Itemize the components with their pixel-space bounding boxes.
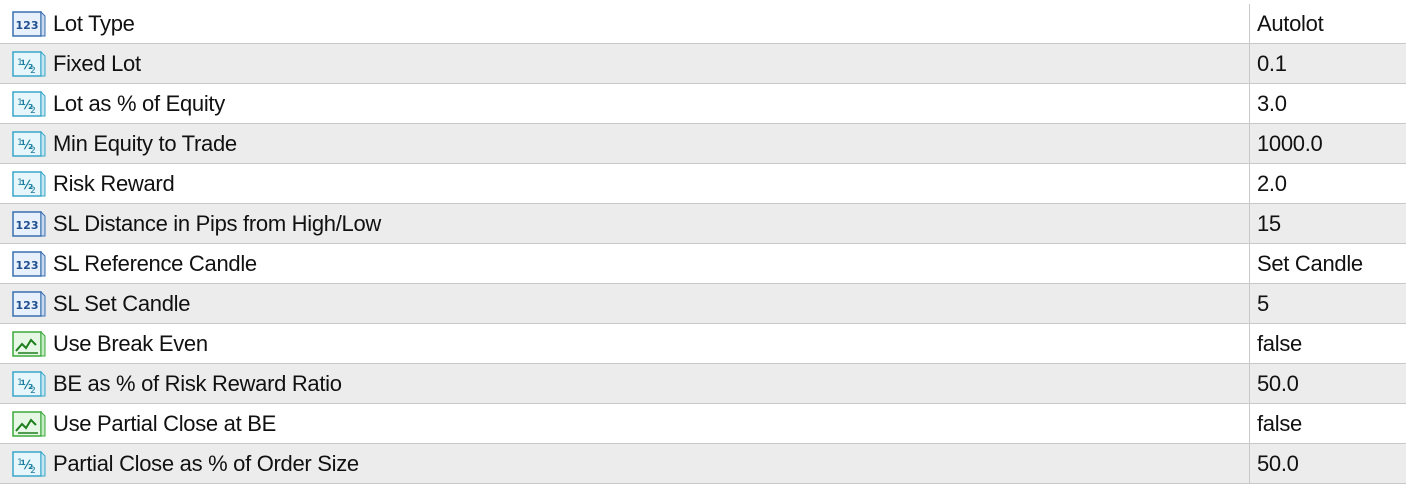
double-icon: ½12: [12, 170, 46, 197]
parameter-value[interactable]: 3.0: [1257, 84, 1287, 123]
parameter-name: Min Equity to Trade: [53, 131, 237, 156]
table-row[interactable]: 123 Lot Type Autolot: [0, 4, 1406, 44]
svg-text:1: 1: [17, 138, 23, 148]
parameter-value-cell[interactable]: Set Candle: [1250, 244, 1406, 283]
svg-text:2: 2: [30, 186, 36, 196]
svg-text:2: 2: [30, 146, 36, 156]
parameter-value[interactable]: false: [1257, 404, 1302, 443]
parameter-name: BE as % of Risk Reward Ratio: [53, 371, 342, 396]
parameter-name-cell[interactable]: ½ 1 2 BE as % of Risk Reward Ratio: [0, 364, 1250, 403]
parameter-name: Lot as % of Equity: [53, 91, 225, 116]
parameter-name-cell[interactable]: ½ 1 2 Risk Reward: [0, 164, 1250, 203]
double-icon: ½12: [12, 50, 46, 77]
table-row[interactable]: ½ 1 2 BE as % of Risk Reward Ratio 50.0: [0, 364, 1406, 404]
table-row[interactable]: ½ 1 2 Lot as % of Equity 3.0: [0, 84, 1406, 124]
parameter-name-cell[interactable]: Use Break Even: [0, 324, 1250, 363]
parameter-name: SL Distance in Pips from High/Low: [53, 211, 381, 236]
parameter-value-cell[interactable]: 50.0: [1250, 444, 1406, 483]
parameter-name: Use Break Even: [53, 331, 208, 356]
parameter-value-cell[interactable]: 0.1: [1250, 44, 1406, 83]
svg-text:123: 123: [16, 259, 39, 272]
svg-text:2: 2: [30, 106, 36, 116]
parameter-value[interactable]: 0.1: [1257, 44, 1287, 83]
parameter-name-cell[interactable]: 123 Lot Type: [0, 4, 1250, 43]
parameter-value[interactable]: 50.0: [1257, 444, 1299, 483]
parameter-name: Fixed Lot: [53, 51, 141, 76]
svg-text:1: 1: [17, 58, 23, 68]
parameter-value-cell[interactable]: false: [1250, 324, 1406, 363]
svg-text:2: 2: [30, 466, 36, 476]
integer-icon: 123: [12, 10, 46, 37]
parameter-name: Lot Type: [53, 11, 135, 36]
svg-text:123: 123: [16, 299, 39, 312]
table-row[interactable]: 123 SL Distance in Pips from High/Low 15: [0, 204, 1406, 244]
double-icon: ½12: [12, 130, 46, 157]
boolean-icon: [12, 410, 46, 437]
svg-text:1: 1: [17, 178, 23, 188]
svg-text:2: 2: [30, 386, 36, 396]
parameter-value-cell[interactable]: Autolot: [1250, 4, 1406, 43]
parameter-value[interactable]: 1000.0: [1257, 124, 1323, 163]
parameter-value-cell[interactable]: 50.0: [1250, 364, 1406, 403]
table-row[interactable]: Use Break Even false: [0, 324, 1406, 364]
boolean-icon: [12, 330, 46, 357]
parameter-name: SL Set Candle: [53, 291, 191, 316]
svg-text:1: 1: [17, 378, 23, 388]
table-row[interactable]: 123 SL Reference Candle Set Candle: [0, 244, 1406, 284]
parameter-value-cell[interactable]: 2.0: [1250, 164, 1406, 203]
svg-text:1: 1: [17, 458, 23, 468]
double-icon: ½12: [12, 450, 46, 477]
integer-icon: 123: [12, 250, 46, 277]
parameter-value[interactable]: Set Candle: [1257, 244, 1363, 283]
table-row[interactable]: ½ 1 2 Partial Close as % of Order Size 50.0: [0, 444, 1406, 484]
double-icon: ½12: [12, 370, 46, 397]
svg-text:2: 2: [30, 66, 36, 76]
parameter-name: SL Reference Candle: [53, 251, 257, 276]
parameter-value[interactable]: 2.0: [1257, 164, 1287, 203]
table-row[interactable]: Use Partial Close at BE false: [0, 404, 1406, 444]
parameter-value[interactable]: 15: [1257, 204, 1281, 243]
parameter-value-cell[interactable]: 5: [1250, 284, 1406, 323]
parameter-value-cell[interactable]: 3.0: [1250, 84, 1406, 123]
parameter-value[interactable]: Autolot: [1257, 4, 1324, 43]
integer-icon: 123: [12, 210, 46, 237]
parameter-name: Risk Reward: [53, 171, 175, 196]
parameter-value[interactable]: 50.0: [1257, 364, 1299, 403]
parameter-name-cell[interactable]: 123 SL Reference Candle: [0, 244, 1250, 283]
parameter-name-cell[interactable]: ½ 1 2 Partial Close as % of Order Size: [0, 444, 1250, 483]
table-row[interactable]: ½ 1 2 Min Equity to Trade 1000.0: [0, 124, 1406, 164]
parameter-name: Use Partial Close at BE: [53, 411, 276, 436]
table-row[interactable]: 123 SL Set Candle 5: [0, 284, 1406, 324]
parameter-value-cell[interactable]: 15: [1250, 204, 1406, 243]
parameter-name: Partial Close as % of Order Size: [53, 451, 359, 476]
parameter-name-cell[interactable]: Use Partial Close at BE: [0, 404, 1250, 443]
integer-icon: 123: [12, 290, 46, 317]
svg-text:123: 123: [16, 19, 39, 32]
parameter-name-cell[interactable]: ½ 1 2 Min Equity to Trade: [0, 124, 1250, 163]
svg-text:1: 1: [17, 98, 23, 108]
parameter-value-cell[interactable]: 1000.0: [1250, 124, 1406, 163]
parameter-value[interactable]: false: [1257, 324, 1302, 363]
parameter-name-cell[interactable]: ½ 1 2 Lot as % of Equity: [0, 84, 1250, 123]
parameters-table: 123 Lot Type Autolot ½ 1 2 Fixed Lot 0.1 ½ 1 2 Lot …: [0, 0, 1406, 486]
parameter-name-cell[interactable]: 123 SL Distance in Pips from High/Low: [0, 204, 1250, 243]
parameter-value[interactable]: 5: [1257, 284, 1269, 323]
table-row[interactable]: ½ 1 2 Risk Reward 2.0: [0, 164, 1406, 204]
parameter-name-cell[interactable]: 123 SL Set Candle: [0, 284, 1250, 323]
parameter-name-cell[interactable]: ½ 1 2 Fixed Lot: [0, 44, 1250, 83]
table-row[interactable]: ½ 1 2 Fixed Lot 0.1: [0, 44, 1406, 84]
svg-text:123: 123: [16, 219, 39, 232]
double-icon: ½12: [12, 90, 46, 117]
parameter-value-cell[interactable]: false: [1250, 404, 1406, 443]
